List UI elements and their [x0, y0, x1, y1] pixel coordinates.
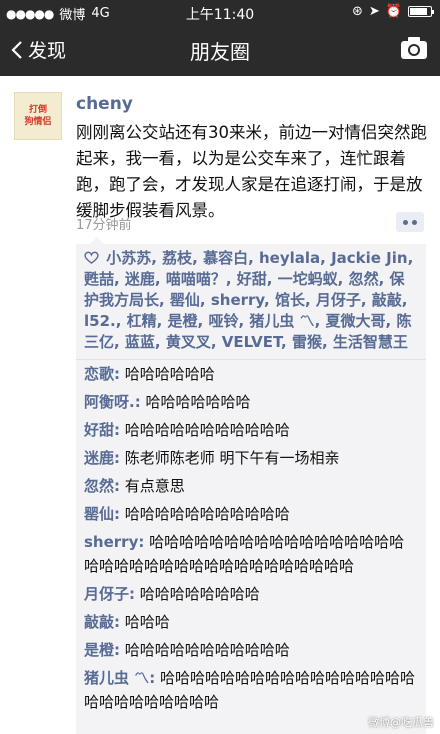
post-time: 17分钟前 [76, 218, 132, 233]
comment-text: 陈老师陈老师 明下午有一场相亲 [124, 449, 340, 467]
comment-author[interactable]: 是橙: [84, 641, 120, 659]
author-name[interactable]: cheny [76, 94, 133, 114]
location-icon: ➤ [368, 4, 380, 19]
comment-author[interactable]: 迷鹿: [84, 449, 120, 467]
nav-bar: 发现 朋友圈 [0, 26, 440, 74]
comment-author[interactable]: 好甜: [84, 421, 120, 439]
likes-names[interactable]: 小苏苏, 荔枝, 慕容白, heylala, Jackie Jin, 甦喆, 迷… [84, 249, 413, 351]
status-bar: ●●●●● 微博 4G 上午11:40 ⊛ ➤ ⏰ [0, 0, 440, 24]
avatar-text: 狗情侣 [24, 117, 52, 127]
comment-item[interactable]: 猪儿虫 〽: 哈哈哈哈哈哈哈哈哈哈哈哈哈哈哈哈哈哈哈哈哈哈哈哈哈哈 [84, 666, 418, 714]
comment-item[interactable]: 月伢子: 哈哈哈哈哈哈哈哈 [84, 582, 418, 606]
comment-item[interactable]: 罂仙: 哈哈哈哈哈哈哈哈哈哈哈 [84, 502, 418, 526]
comment-text: 有点意思 [124, 477, 185, 495]
heart-icon [84, 251, 99, 264]
comment-text: 哈哈哈哈哈哈哈哈哈哈哈 [124, 505, 290, 523]
comment-author[interactable]: 敲敲: [84, 613, 120, 631]
comment-text: 哈哈哈哈哈哈哈 [145, 393, 251, 411]
comment-item[interactable]: 好甜: 哈哈哈哈哈哈哈哈哈哈哈 [84, 418, 418, 442]
comment-text: 哈哈哈哈哈哈哈哈哈哈哈 [124, 421, 290, 439]
comment-text: 哈哈哈哈哈哈 [124, 365, 215, 383]
comment-item[interactable]: 忽然: 有点意思 [84, 474, 418, 498]
comment-item[interactable]: 是橙: 哈哈哈哈哈哈哈哈哈哈哈 [84, 638, 418, 662]
comment-item[interactable]: 阿衡呀.: 哈哈哈哈哈哈哈 [84, 390, 418, 414]
alarm-icon: ⏰ [385, 4, 402, 19]
post-content: 刚刚离公交站还有30来米，前边一对情侣突然跑起来，我一看，以为是公交车来了，连忙… [76, 123, 427, 220]
interaction-panel: 小苏苏, 荔枝, 慕容白, heylala, Jackie Jin, 甦喆, 迷… [76, 237, 426, 734]
comment-author[interactable]: 罂仙: [84, 505, 120, 523]
comment-item[interactable]: 迷鹿: 陈老师陈老师 明下午有一场相亲 [84, 446, 418, 470]
comments-list: 恋歌: 哈哈哈哈哈哈 阿衡呀.: 哈哈哈哈哈哈哈 好甜: 哈哈哈哈哈哈哈哈哈哈哈 迷鹿… [76, 360, 426, 720]
avatar-text: 打倒 [28, 105, 47, 115]
comment-item[interactable]: 敲敲: 哈哈哈 [84, 610, 418, 634]
rotation-lock-icon: ⊛ [352, 4, 363, 19]
battery-icon [408, 6, 434, 17]
comment-item[interactable]: sherry: 哈哈哈哈哈哈哈哈哈哈哈哈哈哈哈哈哈哈哈哈哈哈哈哈哈哈哈哈哈哈哈哈… [84, 530, 418, 578]
camera-icon[interactable] [400, 36, 428, 60]
comment-text: 哈哈哈 [124, 613, 170, 631]
page-title: 朋友圈 [190, 40, 250, 64]
comment-author[interactable]: 阿衡呀.: [84, 393, 141, 411]
comment-text: 哈哈哈哈哈哈哈哈哈哈哈 [124, 641, 290, 659]
comment-author[interactable]: 猪儿虫 〽: [84, 669, 155, 687]
comment-more-button[interactable] [396, 212, 424, 232]
likes-list: 小苏苏, 荔枝, 慕容白, heylala, Jackie Jin, 甦喆, 迷… [76, 244, 426, 360]
comment-author[interactable]: sherry: [84, 533, 144, 551]
top-bar: ●●●●● 微博 4G 上午11:40 ⊛ ➤ ⏰ 发现 朋友圈 [0, 0, 440, 76]
comment-author[interactable]: 忽然: [84, 477, 120, 495]
comment-item[interactable]: 恋歌: 哈哈哈哈哈哈 [84, 362, 418, 386]
watermark: 微博@吃瓜兽 [368, 716, 434, 729]
comment-author[interactable]: 月伢子: [84, 585, 135, 603]
avatar[interactable]: 打倒 狗情侣 [14, 92, 62, 140]
comment-author[interactable]: 恋歌: [84, 365, 120, 383]
comment-text: 哈哈哈哈哈哈哈哈 [139, 585, 260, 603]
